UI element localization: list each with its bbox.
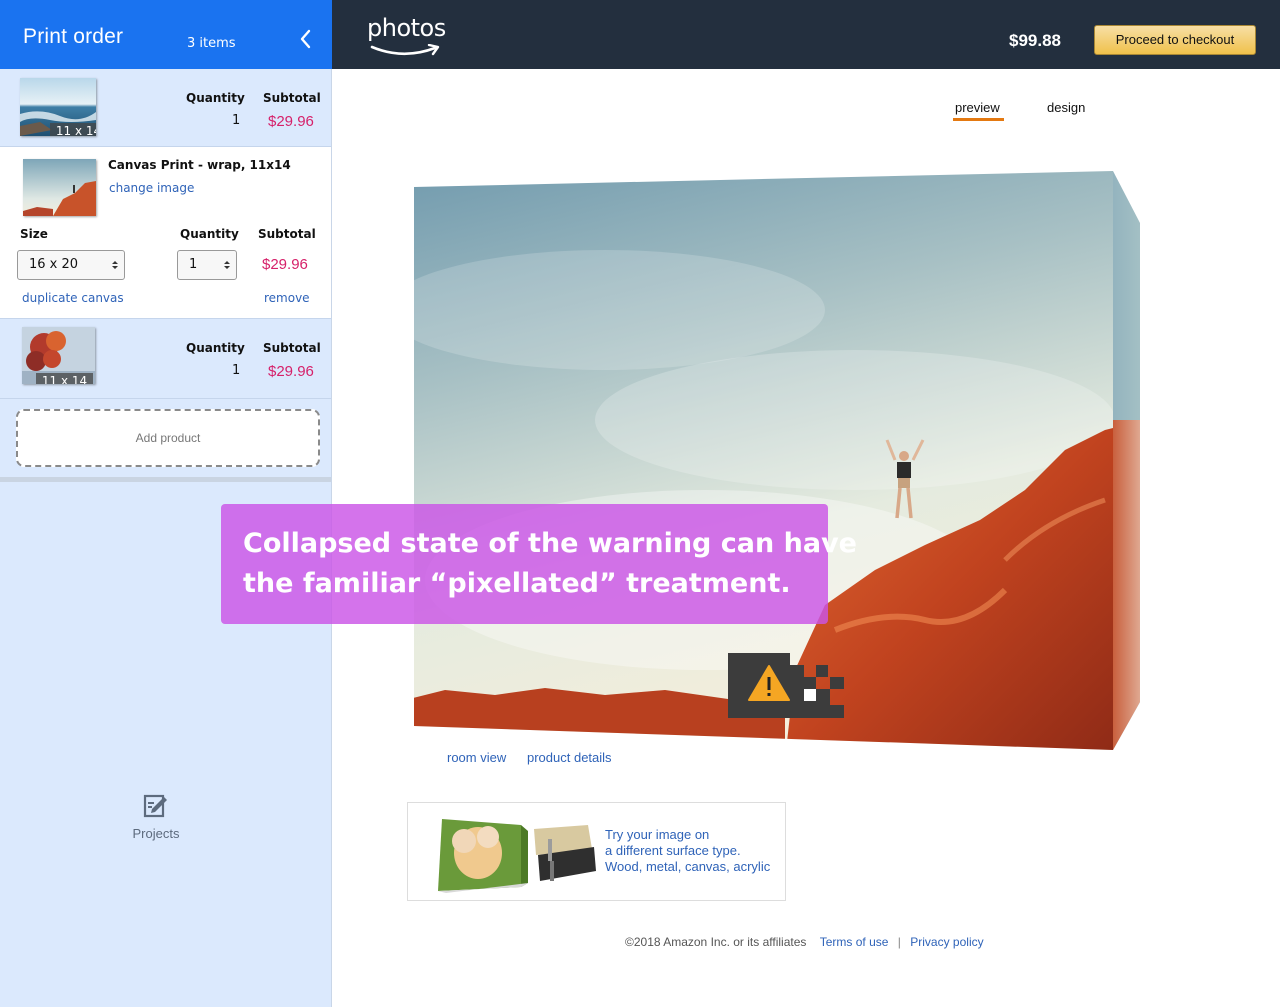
sidebar-divider	[0, 477, 331, 482]
photos-logo[interactable]: photos	[367, 14, 447, 60]
select-arrows-icon	[112, 261, 118, 269]
edit-document-icon	[143, 794, 167, 818]
subtotal-label: Subtotal	[258, 227, 316, 241]
annotation-line-2: the familiar “pixellated” treatment.	[243, 568, 791, 599]
size-label: Size	[20, 227, 48, 241]
quantity-select-value: 1	[189, 257, 198, 272]
order-total: $99.88	[1009, 31, 1061, 50]
size-select[interactable]: 16 x 20	[17, 250, 125, 280]
size-tag: 11 x 14	[50, 123, 96, 136]
annotation-line-1: Collapsed state of the warning can have	[243, 528, 857, 559]
duplicate-canvas-link[interactable]: duplicate canvas	[22, 291, 124, 305]
item-count: 3 items	[187, 36, 236, 51]
subtotal-price: $29.96	[262, 256, 308, 273]
surface-type-banner[interactable]: Try your image on a different surface ty…	[407, 802, 786, 901]
sidebar-header: Print order 3 items	[0, 0, 332, 69]
quantity-select[interactable]: 1	[177, 250, 237, 280]
subtotal-label: Subtotal	[263, 341, 321, 355]
order-item-expanded: Canvas Print - wrap, 11x14 change image …	[0, 147, 331, 319]
surface-line-3: Wood, metal, canvas, acrylic	[605, 859, 771, 874]
item-thumbnail[interactable]: 11 x 14	[20, 78, 96, 136]
remove-link[interactable]: remove	[264, 291, 310, 305]
order-item-collapsed[interactable]: 11 x 14 Quantity 1 Subtotal $29.96	[0, 69, 331, 147]
size-tag: 11 x 14	[36, 373, 93, 384]
subtotal-price: $29.96	[268, 113, 314, 130]
privacy-policy-link[interactable]: Privacy policy	[910, 935, 983, 949]
product-name: Canvas Print - wrap, 11x14	[108, 158, 291, 172]
order-item-collapsed[interactable]: 11 x 14 Quantity 1 Subtotal $29.96	[0, 319, 331, 399]
surface-line-2: a different surface type.	[605, 843, 741, 858]
surface-line-1: Try your image on	[605, 827, 710, 842]
size-select-value: 16 x 20	[29, 257, 79, 272]
design-annotation-callout: Collapsed state of the warning can have …	[221, 504, 857, 624]
subtotal-label: Subtotal	[263, 91, 321, 105]
projects-label: Projects	[132, 826, 180, 841]
quantity-label: Quantity	[180, 227, 239, 241]
projects-button[interactable]: Projects	[120, 793, 192, 841]
product-details-link[interactable]: product details	[527, 750, 612, 765]
terms-of-use-link[interactable]: Terms of use	[820, 935, 889, 949]
quantity-label: Quantity	[186, 341, 245, 355]
chevron-left-icon[interactable]	[296, 27, 316, 51]
page-footer: ©2018 Amazon Inc. or its affiliates Term…	[625, 935, 984, 949]
proceed-to-checkout-button[interactable]: Proceed to checkout	[1094, 25, 1256, 55]
copyright-text: ©2018 Amazon Inc. or its affiliates	[625, 935, 807, 949]
quantity-value: 1	[232, 363, 241, 378]
item-thumbnail[interactable]	[23, 159, 96, 216]
active-tab-indicator	[953, 118, 1004, 121]
quantity-value: 1	[232, 113, 241, 128]
surface-samples-image	[438, 819, 596, 893]
room-view-link[interactable]: room view	[447, 750, 506, 765]
footer-separator: |	[897, 935, 901, 949]
tab-preview[interactable]: preview	[955, 100, 1000, 119]
quantity-label: Quantity	[186, 91, 245, 105]
sidebar-title: Print order	[23, 25, 124, 48]
subtotal-price: $29.96	[268, 363, 314, 380]
top-navigation-bar: photos $99.88 Proceed to checkout	[332, 0, 1280, 69]
tab-design[interactable]: design	[1047, 100, 1085, 115]
surface-banner-text: Try your image on a different surface ty…	[605, 827, 770, 875]
warning-badge-collapsed[interactable]	[728, 653, 844, 718]
item-thumbnail[interactable]: 11 x 14	[22, 327, 95, 384]
change-image-link[interactable]: change image	[109, 181, 194, 195]
add-product-button[interactable]: Add product	[16, 409, 320, 467]
logo-text: photos	[367, 14, 446, 42]
amazon-smile-icon	[370, 44, 440, 56]
select-arrows-icon	[224, 261, 230, 269]
